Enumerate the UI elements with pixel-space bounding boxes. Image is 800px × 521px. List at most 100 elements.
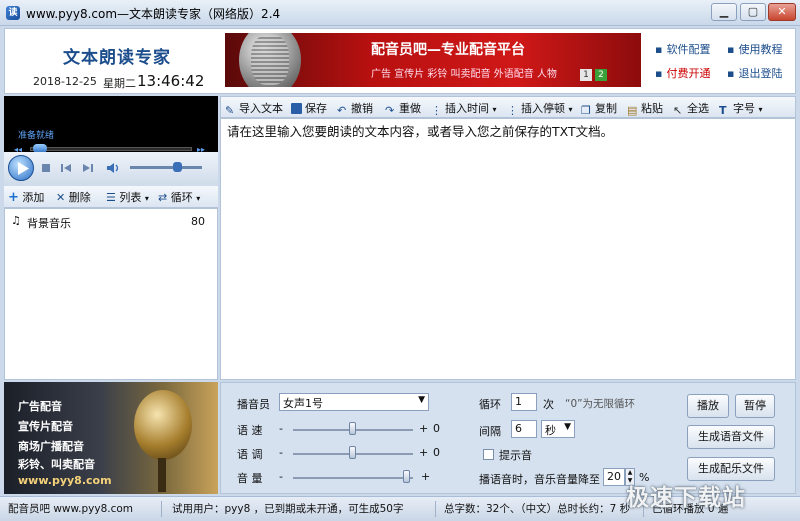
title-bar: 读 www.pyy8.com—文本朗读专家（网络版）2.4 ▁ ▢ ✕: [0, 0, 800, 26]
microphone-grill: [251, 35, 289, 85]
logout-link[interactable]: ▪ 退出登陆: [727, 65, 782, 81]
ad-line-5: www.pyy8.com: [18, 474, 112, 487]
undo-button[interactable]: ↶ 撤销: [337, 100, 373, 117]
progress-track[interactable]: [30, 147, 192, 151]
window-title: www.pyy8.com—文本朗读专家（网络版）2.4: [26, 7, 281, 21]
pitch-plus: +: [419, 446, 429, 459]
banner-title: 配音员吧—专业配音平台: [371, 42, 525, 58]
playlist-toolbar: + 添加 ✕ 删除 ☰ 列表 ▾ ⇄ 循环 ▾: [4, 186, 218, 208]
insert-time-button[interactable]: ⋮ 插入时间 ▾: [431, 100, 497, 117]
weekday-display: 星期二: [103, 77, 136, 90]
save-button[interactable]: 保存: [291, 100, 327, 116]
volume-icon[interactable]: [106, 162, 122, 174]
tutorial-link[interactable]: ▪ 使用教程: [727, 41, 782, 57]
bullet-icon: ▪: [727, 67, 735, 80]
volume-minus: -: [279, 470, 283, 483]
stop-icon[interactable]: [40, 162, 52, 174]
bullet-icon: ▪: [655, 67, 663, 80]
paste-icon: ▤: [627, 104, 638, 117]
volume-slider-track[interactable]: [293, 477, 413, 479]
paid-activation-link[interactable]: ▪ 付费开通: [655, 65, 710, 81]
volume-level-knob[interactable]: [403, 470, 410, 483]
player-status: 准备就绪: [18, 131, 55, 141]
watermark: 极速下载站: [626, 485, 746, 511]
redo-button[interactable]: ↷ 重做: [385, 100, 421, 117]
app-icon: 读: [6, 6, 20, 20]
dropdown-arrow-icon: ▾: [492, 105, 497, 114]
status-site: 配音员吧 www.pyy8.com: [2, 501, 162, 517]
software-config-link[interactable]: ▪ 软件配置: [655, 41, 710, 57]
speed-label: 语 速: [237, 424, 263, 437]
header-panel: 文本朗读专家 2018-12-25 星期二 13:46:42 配音员吧—专业配音…: [4, 28, 796, 94]
ad-microphone-stand: [158, 458, 166, 492]
generate-voice-file-button[interactable]: 生成语音文件: [687, 425, 775, 449]
bullet-icon: ▪: [727, 43, 735, 56]
loop-button[interactable]: ⇄ 循环 ▾: [158, 189, 200, 205]
undo-icon: ↶: [337, 104, 347, 117]
next-icon[interactable]: [82, 162, 94, 174]
copy-button[interactable]: ❐ 复制: [581, 100, 617, 117]
clock-display: 13:46:42: [137, 72, 205, 90]
ad-banner[interactable]: 配音员吧—专业配音平台 广告 宣传片 彩铃 叫卖配音 外语配音 人物 1 2: [225, 33, 641, 87]
playlist: ♫ 背景音乐 80: [4, 208, 218, 380]
date-display: 2018-12-25: [33, 75, 97, 88]
pause-voice-button[interactable]: 暂停: [735, 394, 775, 418]
speed-minus: -: [279, 422, 283, 435]
dropdown-arrow-icon: ▾: [568, 105, 573, 114]
playlist-item-value: 80: [191, 215, 205, 228]
delete-icon: ✕: [56, 191, 66, 204]
announcer-label: 播音员: [237, 398, 270, 411]
beep-checkbox[interactable]: [483, 449, 494, 460]
loop-count-input[interactable]: 1: [511, 393, 537, 411]
playlist-item-name[interactable]: 背景音乐: [27, 215, 71, 231]
insert-time-icon: ⋮: [431, 104, 442, 117]
ad-image[interactable]: 广告配音 宣传片配音 商场广播配音 彩铃、叫卖配音 www.pyy8.com: [4, 382, 218, 494]
banner-subtitle: 广告 宣传片 彩铃 叫卖配音 外语配音 人物: [371, 69, 557, 80]
interval-label: 间隔: [479, 425, 501, 438]
dropdown-arrow-icon: ▼: [418, 395, 425, 405]
duck-label: 播语音时，音乐音量降至: [479, 473, 600, 486]
import-icon: ✎: [225, 104, 235, 117]
font-size-button[interactable]: T 字号 ▾: [719, 100, 763, 117]
minimize-button[interactable]: ▁: [711, 3, 737, 21]
text-editor[interactable]: 请在这里输入您要朗读的文本内容，或者导入您之前保存的TXT文档。: [220, 118, 796, 380]
pitch-slider-knob[interactable]: [349, 446, 356, 459]
import-text-button[interactable]: ✎ 导入文本: [225, 100, 283, 117]
bullet-icon: ▪: [655, 43, 663, 56]
copy-icon: ❐: [581, 104, 591, 117]
select-all-button[interactable]: ↖ 全选: [673, 100, 709, 117]
paste-button[interactable]: ▤ 粘贴: [627, 100, 663, 117]
loop-icon: ⇄: [158, 191, 168, 204]
list-icon: ☰: [106, 191, 116, 204]
beep-label: 提示音: [499, 449, 532, 462]
close-button[interactable]: ✕: [768, 3, 796, 21]
duck-volume-input[interactable]: 20: [603, 468, 625, 486]
volume-slider-track[interactable]: [130, 166, 202, 169]
list-button[interactable]: ☰ 列表 ▾: [106, 189, 149, 205]
ad-line-4: 彩铃、叫卖配音: [18, 458, 95, 471]
app-title: 文本朗读专家: [63, 48, 171, 68]
interval-input[interactable]: 6: [511, 420, 537, 438]
dropdown-arrow-icon: ▾: [196, 194, 201, 203]
dropdown-arrow-icon: ▾: [758, 105, 763, 114]
banner-page-2[interactable]: 2: [595, 69, 607, 81]
speed-slider-knob[interactable]: [349, 422, 356, 435]
dropdown-arrow-icon: ▾: [144, 194, 149, 203]
play-voice-button[interactable]: 播放: [687, 394, 729, 418]
speed-plus: +: [419, 422, 429, 435]
dropdown-arrow-icon: ▼: [564, 422, 571, 432]
volume-slider-knob[interactable]: [172, 162, 182, 172]
maximize-button[interactable]: ▢: [740, 3, 766, 21]
speed-value: 0: [433, 422, 440, 435]
plus-icon: +: [8, 190, 19, 205]
announcer-select[interactable]: 女声1号 ▼: [279, 393, 429, 411]
interval-unit-select[interactable]: 秒 ▼: [541, 420, 575, 438]
play-button[interactable]: [8, 155, 34, 181]
add-button[interactable]: + 添加: [8, 189, 44, 205]
insert-pause-button[interactable]: ⋮ 插入停顿 ▾: [507, 100, 573, 117]
delete-button[interactable]: ✕ 删除: [56, 189, 91, 205]
banner-page-1[interactable]: 1: [580, 69, 592, 81]
loop-hint: “0”为无限循环: [565, 398, 636, 410]
music-note-icon: ♫: [11, 214, 21, 227]
previous-icon[interactable]: [60, 162, 72, 174]
